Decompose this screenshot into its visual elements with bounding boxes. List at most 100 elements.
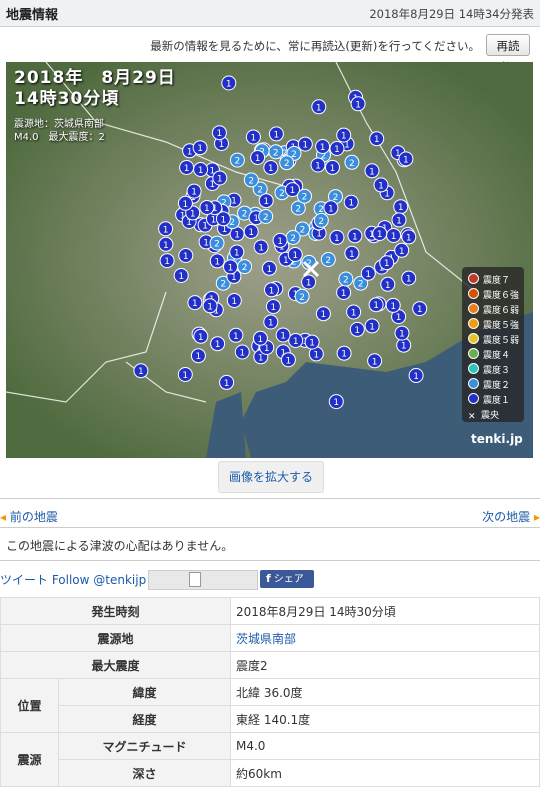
intensity-marker-label: 1 [267,265,273,275]
intensity-marker-label: 2 [273,148,279,158]
intensity-marker-label: 1 [406,233,412,243]
legend-label: 震度６強 [483,291,520,301]
legend-item: 震度５弱 [468,333,519,346]
intensity-marker-label: 2 [349,159,355,169]
legend-label: 震度５弱 [483,336,520,346]
intensity-marker-label: 1 [231,297,237,307]
magnitude-value: M4.0 [230,732,540,760]
legend-label: 震度２ [483,381,511,391]
tweet-follow-link[interactable]: ツイート Follow @tenkijp [0,571,146,588]
intensity-marker-label: 1 [334,145,340,155]
facebook-icon: f [266,572,271,585]
latitude-value: 北緯 36.0度 [230,678,540,706]
depth-value: 約60km [230,759,540,787]
intensity-marker-label: 1 [396,313,402,323]
intensity-marker-label: 1 [268,319,274,329]
bookmark-button[interactable] [148,570,258,590]
legend-marker-icon [468,288,479,299]
legend-item: ✕ 震央 [468,408,499,422]
intensity-marker-label: 1 [233,332,239,342]
longitude-value: 東経 140.1度 [230,705,540,733]
intensity-marker-label: 1 [268,164,274,174]
intensity-marker-label: 1 [202,222,208,232]
intensity-marker-label: 1 [352,232,358,242]
intensity-marker-label: 2 [248,176,254,186]
intensity-marker-label: 1 [365,270,371,280]
intensity-marker-label: 1 [390,302,396,312]
divider [0,527,540,528]
intensity-marker-label: 1 [234,249,240,259]
reload-button[interactable]: 再読込 [486,34,530,74]
legend-marker-icon [468,318,479,329]
intensity-marker-label: 1 [198,333,204,343]
seismic-intensity-map[interactable]: 2112211111121211111121111221112211121111… [6,62,533,458]
intensity-marker-label: 1 [316,230,322,240]
prev-earthquake-label: 前の地震 [9,510,58,524]
intensity-marker-label: 1 [373,301,379,311]
intensity-marker-label: 1 [313,350,319,360]
section-header: 地震情報 2018年8月29日 14時34分発表 [0,0,540,27]
intensity-marker-label: 1 [231,273,237,283]
next-earthquake-label: 次の地震 [482,510,531,524]
position-label: 位置 [0,678,59,733]
facebook-share-button[interactable]: f シェア [260,570,314,588]
map-magnitude: M4.0 最大震度：2 [14,132,105,143]
intensity-marker-label: 1 [293,337,299,347]
next-earthquake-link[interactable]: 次の地震 ▸ [482,508,540,525]
intensity-marker-label: 1 [191,188,197,198]
intensity-marker-label: 1 [234,230,240,240]
intensity-marker-label: 1 [248,228,254,238]
intensity-marker-label: 1 [401,342,407,352]
issued-time: 2018年8月29日 14時34分発表 [369,7,534,21]
bookmark-icon [189,572,201,587]
intensity-marker-label: 1 [355,100,361,110]
table-row: 経度 東経 140.1度 [1,705,540,733]
intensity-marker-label: 2 [235,157,241,167]
source-label: 震源 [0,732,59,787]
intensity-marker-label: 1 [351,309,357,319]
intensity-marker-label: 2 [290,234,296,244]
legend-item: 震度７ [468,273,510,286]
intensity-marker-label: 1 [214,257,220,267]
intensity-marker-label: 2 [257,186,263,196]
intensity-marker-label: 1 [190,209,196,219]
enlarge-image-button[interactable]: 画像を拡大する [218,461,324,493]
intensity-marker-label: 1 [341,132,347,142]
intensity-marker-label: 2 [325,256,331,266]
time-value: 2018年8月29日 14時30分頃 [230,597,540,625]
intensity-marker-label: 2 [302,193,308,203]
intensity-marker-label: 1 [377,230,383,240]
intensity-marker-label: 2 [242,210,248,220]
intensity-marker-label: 2 [358,280,364,290]
intensity-marker-label: 1 [215,340,221,350]
intensity-marker-label: 1 [413,372,419,382]
intensity-marker-label: 1 [348,199,354,209]
reload-notice: 最新の情報を見るために、常に再読込(更新)を行ってください。 再読込 [0,34,530,74]
epicenter-link[interactable]: 茨城県南部 [236,632,296,646]
depth-label: 深さ [58,759,231,787]
intensity-marker-label: 2 [220,280,226,290]
intensity-marker-label: 1 [263,197,269,207]
intensity-marker-label: 2 [214,240,220,250]
intensity-marker-label: 1 [207,302,213,312]
intensity-marker-label: 1 [328,204,334,214]
intensity-marker-label: 1 [280,332,286,342]
intensity-marker-label: 1 [164,257,170,267]
intensity-marker-label: 1 [178,272,184,282]
prev-earthquake-link[interactable]: ◂ 前の地震 [0,508,58,525]
table-row: 深さ 約60km [1,759,540,787]
intensity-marker-label: 1 [292,251,298,261]
intensity-marker-label: 2 [279,189,285,199]
intensity-marker-label: 2 [343,276,349,286]
intensity-marker-label: 1 [315,162,321,172]
intensity-marker-label: 1 [219,140,225,150]
intensity-marker-label: 1 [316,103,322,113]
legend-item: 震度６弱 [468,303,519,316]
map-date: 2018年 8月29日 [14,68,176,88]
intensity-marker-label: 1 [221,215,227,225]
intensity-marker-label: 1 [398,203,404,213]
intensity-marker-label: 2 [263,213,269,223]
legend-marker-icon: ✕ [468,412,476,422]
intensity-marker-label: 1 [399,247,405,257]
intensity-marker-label: 1 [333,398,339,408]
